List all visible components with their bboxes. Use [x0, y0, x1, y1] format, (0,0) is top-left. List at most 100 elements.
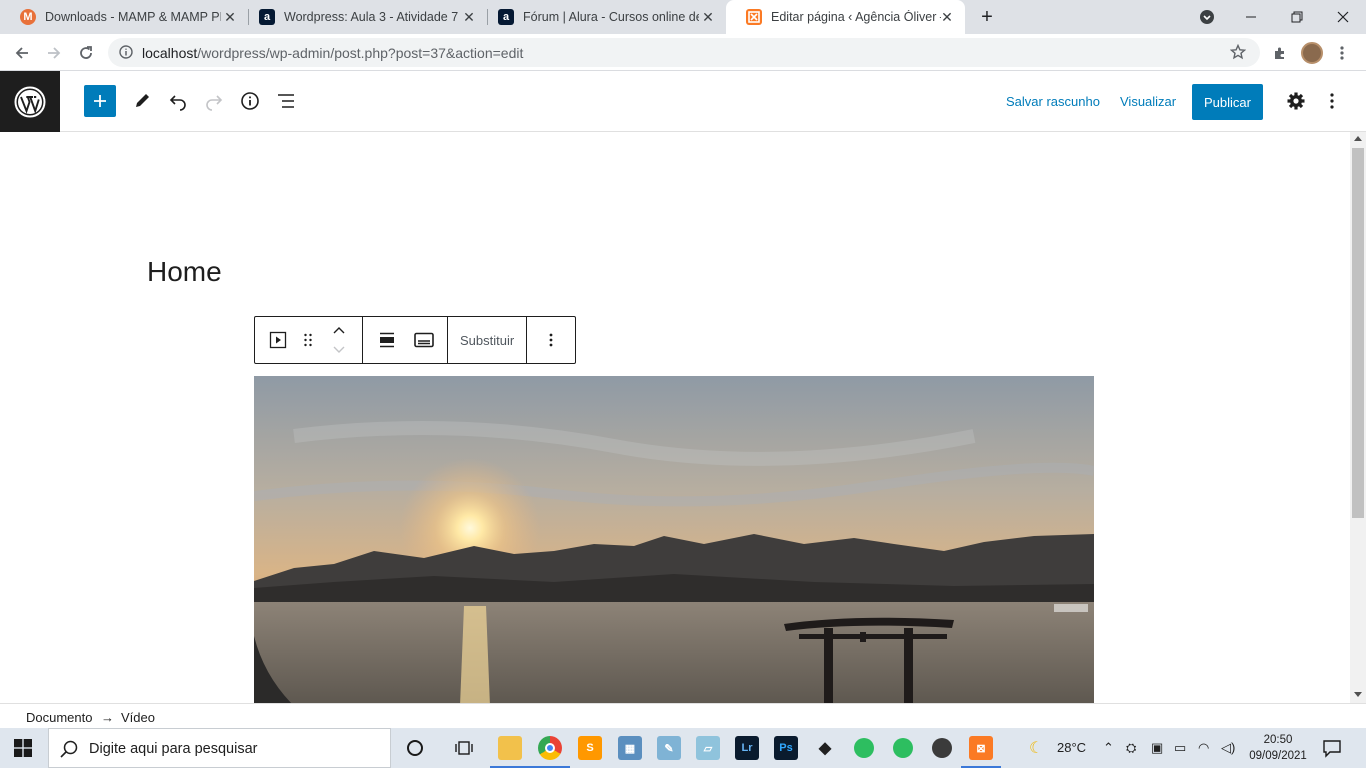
alura-icon: a: [498, 9, 514, 25]
xampp-icon[interactable]: ⊠: [969, 736, 993, 760]
editor-scrollbar[interactable]: [1350, 132, 1366, 703]
browser-tab[interactable]: a Fórum | Alura - Cursos online de ✕: [478, 0, 726, 34]
back-icon[interactable]: [8, 39, 36, 67]
volume-icon[interactable]: ◁): [1221, 740, 1235, 756]
details-info-icon[interactable]: [234, 85, 266, 117]
breadcrumb-arrow: →: [101, 710, 114, 725]
avatar[interactable]: [1298, 39, 1326, 67]
tab-title: Fórum | Alura - Cursos online de: [523, 10, 699, 24]
inkscape-icon[interactable]: ◆: [813, 736, 837, 760]
breadcrumb-document[interactable]: Documento: [26, 710, 92, 725]
scroll-down-icon[interactable]: [1354, 692, 1362, 697]
more-options-icon[interactable]: [1316, 85, 1348, 117]
redo-icon[interactable]: [198, 85, 230, 117]
tab-title: Editar página ‹ Agência Óliver —: [771, 10, 941, 24]
restore-icon[interactable]: [1274, 0, 1320, 34]
page-title[interactable]: Home: [147, 256, 222, 288]
scroll-up-icon[interactable]: [1354, 136, 1362, 141]
mamp-icon: M: [20, 9, 36, 25]
clock-date: 09/09/2021: [1249, 750, 1307, 762]
add-block-button[interactable]: [84, 85, 116, 117]
minimize-icon[interactable]: [1228, 0, 1274, 34]
system-clock[interactable]: 20:50 09/09/2021: [1248, 732, 1308, 764]
weather-temperature[interactable]: 28°C: [1057, 740, 1086, 755]
block-breadcrumb: Documento → Vídeo: [0, 703, 1366, 728]
editor-canvas: Home Substituir: [0, 132, 1350, 703]
windows-taskbar: Digite aqui para pesquisar S ▦ ✎ ▱ Lr Ps…: [0, 728, 1366, 768]
browser-tab-active[interactable]: Editar página ‹ Agência Óliver — ✕: [726, 0, 965, 34]
edit-tools-icon[interactable]: [126, 85, 158, 117]
video-block-icon[interactable]: [266, 328, 290, 352]
chevron-up-icon[interactable]: ⌃: [1103, 740, 1114, 756]
browser-tab[interactable]: M Downloads - MAMP & MAMP PR ✕: [0, 0, 248, 34]
tab-title: Wordpress: Aula 3 - Atividade 7: [284, 10, 459, 24]
forward-icon[interactable]: [40, 39, 68, 67]
block-toolbar-group: [363, 317, 448, 363]
preview-button[interactable]: Visualizar: [1120, 94, 1176, 109]
task-view-icon[interactable]: [455, 739, 473, 762]
search-icon: [60, 740, 78, 763]
cortana-icon[interactable]: [406, 739, 424, 762]
url-text: localhost/wordpress/wp-admin/post.php?po…: [142, 45, 523, 61]
close-tab-icon[interactable]: ✕: [700, 9, 716, 25]
windows-start-icon[interactable]: [14, 739, 32, 762]
wifi-icon[interactable]: ◠: [1198, 740, 1209, 756]
reload-icon[interactable]: [72, 39, 100, 67]
notes-app-icon[interactable]: ▱: [696, 736, 720, 760]
scrollbar-thumb[interactable]: [1352, 148, 1364, 518]
close-tab-icon[interactable]: ✕: [222, 9, 238, 25]
chrome-icon[interactable]: [538, 736, 562, 760]
video-player[interactable]: [254, 376, 1094, 703]
info-icon[interactable]: [119, 45, 133, 64]
bookmark-star-icon[interactable]: [1229, 43, 1247, 65]
xampp-icon: [746, 9, 762, 25]
defender-icon[interactable]: ⛭: [1126, 740, 1136, 756]
search-placeholder: Digite aqui para pesquisar: [89, 741, 258, 757]
close-tab-icon[interactable]: ✕: [939, 9, 955, 25]
browser-tab-strip: M Downloads - MAMP & MAMP PR ✕ a Wordpre…: [0, 0, 1366, 34]
github-desktop-icon[interactable]: [930, 736, 954, 760]
evernote-icon[interactable]: [852, 736, 876, 760]
block-toolbar-group: Substituir: [448, 317, 527, 363]
chrome-menu-icon[interactable]: [1328, 39, 1356, 67]
undo-icon[interactable]: [162, 85, 194, 117]
url-host: localhost: [142, 45, 198, 61]
block-options-icon[interactable]: [539, 328, 563, 352]
weather-moon-icon[interactable]: ☾: [1029, 738, 1043, 758]
align-icon[interactable]: [375, 328, 399, 352]
clock-time: 20:50: [1263, 734, 1293, 746]
battery-icon[interactable]: ▭: [1174, 740, 1186, 756]
browser-tab[interactable]: a Wordpress: Aula 3 - Atividade 7 ✕: [239, 0, 487, 34]
close-tab-icon[interactable]: ✕: [461, 9, 477, 25]
browser-toolbar: localhost/wordpress/wp-admin/post.php?po…: [0, 34, 1366, 71]
taskbar-search-input[interactable]: Digite aqui para pesquisar: [48, 728, 391, 768]
settings-gear-icon[interactable]: [1280, 85, 1312, 117]
calculator-icon[interactable]: ▦: [618, 736, 642, 760]
extensions-icon[interactable]: [1266, 39, 1294, 67]
move-down-icon[interactable]: [327, 341, 351, 359]
lightroom-icon[interactable]: Lr: [735, 736, 759, 760]
evernote-icon[interactable]: [891, 736, 915, 760]
address-bar[interactable]: localhost/wordpress/wp-admin/post.php?po…: [108, 38, 1260, 67]
list-view-icon[interactable]: [270, 85, 302, 117]
move-up-icon[interactable]: [327, 321, 351, 339]
close-window-icon[interactable]: [1320, 0, 1366, 34]
replace-button[interactable]: Substituir: [460, 333, 514, 348]
drag-handle-icon[interactable]: [296, 328, 320, 352]
file-explorer-icon[interactable]: [498, 736, 522, 760]
alura-icon: a: [259, 9, 275, 25]
block-toolbar: Substituir: [254, 316, 576, 364]
url-path: /wordpress/wp-admin/post.php?post=37&act…: [197, 45, 524, 61]
save-draft-button[interactable]: Salvar rascunho: [1006, 94, 1100, 109]
notifications-icon[interactable]: [1322, 738, 1342, 763]
new-tab-icon[interactable]: +: [972, 0, 1002, 34]
sublime-text-icon[interactable]: S: [578, 736, 602, 760]
paint-icon[interactable]: ✎: [657, 736, 681, 760]
device-icon[interactable]: ▣: [1151, 740, 1163, 756]
tracks-caption-icon[interactable]: [412, 328, 436, 352]
tab-search-icon[interactable]: [1184, 0, 1230, 34]
publish-button[interactable]: Publicar: [1192, 84, 1263, 120]
wordpress-logo-icon[interactable]: [0, 71, 60, 132]
breadcrumb-video[interactable]: Vídeo: [121, 710, 155, 725]
photoshop-icon[interactable]: Ps: [774, 736, 798, 760]
